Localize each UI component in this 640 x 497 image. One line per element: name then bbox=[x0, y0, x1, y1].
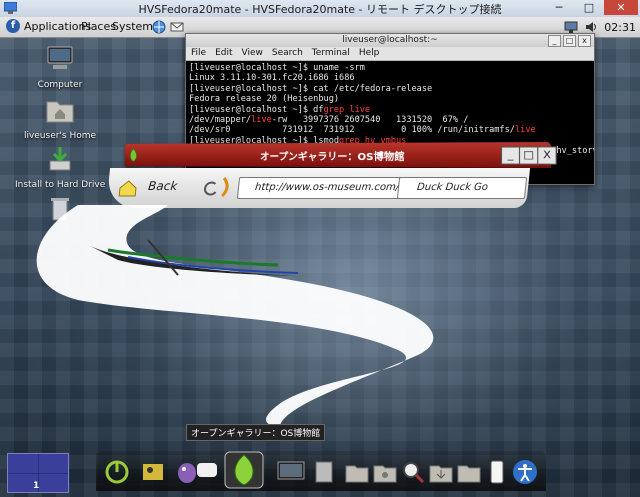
magnifier-icon[interactable] bbox=[400, 459, 426, 485]
terminal-line: Fedora release 20 (Heisenbug) bbox=[189, 94, 340, 105]
desktop-icon-home[interactable]: liveuser's Home bbox=[15, 96, 105, 141]
reload-icon[interactable] bbox=[202, 178, 220, 198]
menu-search[interactable]: Search bbox=[272, 47, 303, 60]
places-menu[interactable]: Places bbox=[81, 20, 116, 33]
workspace-2[interactable] bbox=[38, 454, 68, 473]
url-input[interactable]: http://www.os-museum.com/ bbox=[236, 177, 408, 199]
downloads-folder-icon[interactable] bbox=[428, 459, 454, 485]
videos-folder-icon[interactable] bbox=[456, 459, 482, 485]
document-icon[interactable] bbox=[311, 459, 337, 485]
bookmark-icon[interactable] bbox=[219, 176, 235, 198]
terminal-line: /dev/mapper/live-rw 3997376 2607540 1331… bbox=[189, 115, 469, 126]
accessibility-icon[interactable] bbox=[512, 459, 538, 485]
browser-titlebar[interactable]: オープンギャラリー：OS博物館 _ □ X bbox=[124, 142, 557, 168]
workspace-4[interactable] bbox=[38, 473, 68, 492]
workspace-1[interactable] bbox=[8, 454, 38, 473]
home-folder-dock-icon[interactable] bbox=[344, 459, 370, 485]
browser-minimize-button[interactable]: _ bbox=[500, 146, 521, 165]
menu-edit[interactable]: Edit bbox=[215, 47, 232, 60]
install-icon bbox=[49, 147, 71, 171]
settings-folder-icon[interactable] bbox=[372, 459, 398, 485]
clock[interactable]: 02:31 bbox=[604, 21, 636, 34]
menu-file[interactable]: File bbox=[191, 47, 206, 60]
back-button[interactable]: Back bbox=[147, 179, 178, 193]
system-menu[interactable]: System bbox=[112, 20, 153, 33]
desktop-icon-label: Install to Hard Drive bbox=[15, 180, 106, 190]
menu-help[interactable]: Help bbox=[359, 47, 380, 60]
browser-leaf-icon bbox=[128, 148, 138, 163]
browser-maximize-button[interactable]: □ bbox=[518, 146, 539, 165]
computer-icon bbox=[47, 46, 73, 69]
volume-icon[interactable] bbox=[584, 20, 598, 34]
terminal-line: [liveuser@localhost ~]$ cat /etc/fedora-… bbox=[189, 83, 433, 94]
power-icon[interactable] bbox=[104, 459, 130, 485]
mail-launcher-icon[interactable] bbox=[170, 20, 184, 34]
desktop-icon-install[interactable]: Install to Hard Drive bbox=[15, 145, 105, 190]
search-input[interactable]: Duck Duck Go bbox=[396, 177, 528, 199]
terminal-maximize-button[interactable]: □ bbox=[563, 35, 576, 47]
terminal-line: [liveuser@localhost ~]$ uname -srm bbox=[189, 63, 365, 73]
browser-launcher-icon[interactable] bbox=[152, 20, 166, 34]
image-viewer-icon[interactable] bbox=[140, 459, 166, 485]
home-icon[interactable] bbox=[117, 178, 139, 198]
browser-title: オープンギャラリー：OS博物館 bbox=[260, 151, 405, 164]
terminal-title: liveuser@localhost:~ bbox=[342, 35, 438, 45]
desktop-icon-label: liveuser's Home bbox=[23, 131, 97, 141]
desktop-icon-label: Computer bbox=[37, 80, 83, 90]
menu-terminal[interactable]: Terminal bbox=[312, 47, 350, 60]
terminal-close-button[interactable]: x bbox=[578, 35, 591, 47]
maximize-button[interactable]: □ bbox=[576, 0, 602, 15]
terminal-minimize-button[interactable]: _ bbox=[548, 35, 561, 47]
chat-bubble-icon[interactable] bbox=[194, 459, 220, 485]
monitor-icon[interactable] bbox=[276, 459, 306, 485]
browser-close-button[interactable]: X bbox=[537, 146, 557, 165]
terminal-line: Linux 3.11.10-301.fc20.i686 i686 bbox=[189, 73, 355, 84]
workspace-number: 1 bbox=[33, 481, 40, 491]
terminal-line: [liveuser@localhost ~]$ dfgrep live bbox=[189, 104, 371, 115]
terminal-line: /dev/sr0 731912 731912 0 100% /run/initr… bbox=[189, 125, 536, 136]
window-distortion-effect bbox=[36, 205, 434, 425]
dock bbox=[96, 451, 546, 491]
window-title: HVSFedora20mate - HVSFedora20mate - リモート… bbox=[138, 3, 502, 16]
browser-toolbar: Back http://www.os-museum.com/ Duck Duck… bbox=[105, 168, 531, 208]
midori-browser-icon[interactable] bbox=[224, 451, 264, 489]
minimize-button[interactable]: ─ bbox=[546, 0, 572, 15]
terminal-titlebar[interactable]: liveuser@localhost:~ _ □ x bbox=[186, 34, 594, 47]
phone-icon[interactable] bbox=[484, 459, 510, 485]
menu-view[interactable]: View bbox=[242, 47, 263, 60]
remote-desktop-titlebar: HVSFedora20mate - HVSFedora20mate - リモート… bbox=[0, 0, 640, 18]
network-icon[interactable] bbox=[564, 20, 578, 34]
terminal-menubar: File Edit View Search Terminal Help bbox=[186, 47, 594, 61]
close-button[interactable]: ✕ bbox=[604, 0, 638, 15]
home-folder-icon bbox=[46, 101, 74, 123]
tooltip: オープンギャラリー：OS博物館 bbox=[186, 424, 326, 441]
desktop-icon-computer[interactable]: Computer bbox=[15, 45, 105, 90]
fedora-logo-icon[interactable]: f bbox=[6, 19, 20, 33]
